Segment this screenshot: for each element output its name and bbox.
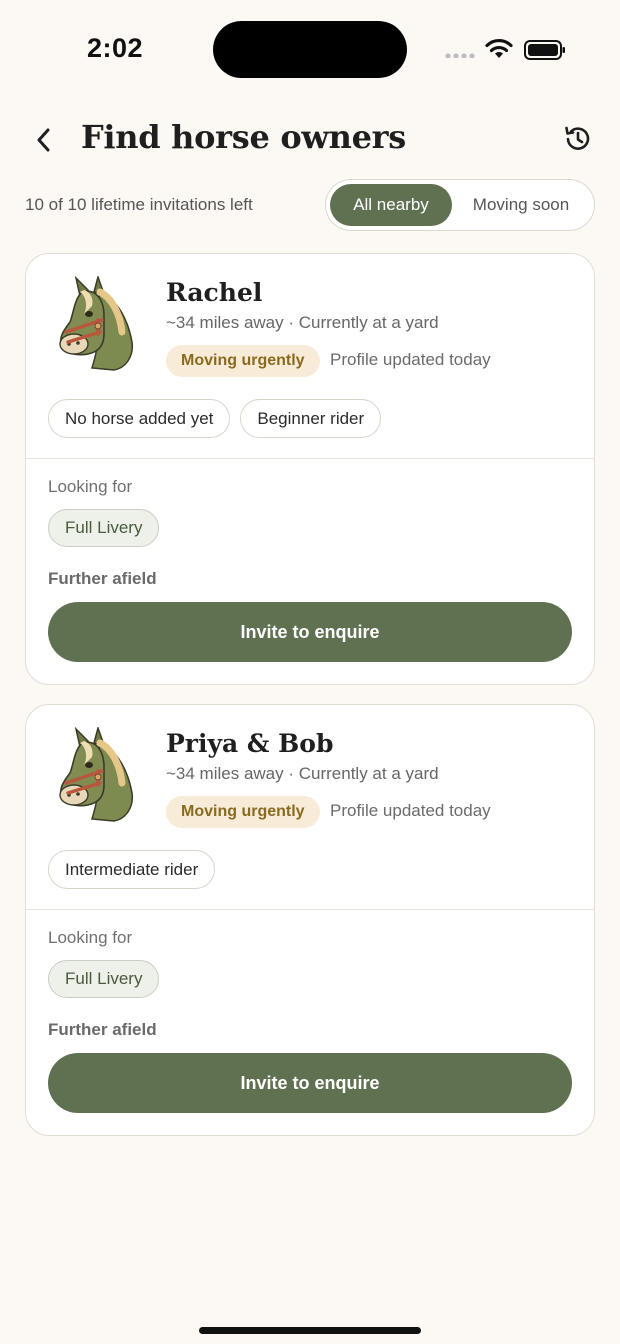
status-bar: 2:02 xyxy=(0,0,620,100)
horse-avatar-icon xyxy=(59,727,134,822)
looking-for-label: Looking for xyxy=(48,477,133,496)
further-afield-label: Further afield xyxy=(48,569,157,588)
looking-for-label: Looking for xyxy=(48,928,133,947)
back-button[interactable] xyxy=(26,122,62,158)
owner-name: Priya & Bob xyxy=(166,729,334,758)
dynamic-island xyxy=(213,21,407,78)
signal-icon xyxy=(445,53,475,58)
owner-card: Priya & Bob ~34 miles away · Currently a… xyxy=(25,704,595,1136)
moving-urgently-badge: Moving urgently xyxy=(166,345,320,377)
profile-updated-text: Profile updated today xyxy=(330,350,491,369)
filter-moving-soon[interactable]: Moving soon xyxy=(452,184,590,226)
battery-icon xyxy=(524,40,565,60)
moving-urgently-badge: Moving urgently xyxy=(166,796,320,828)
chip-rider-level: Beginner rider xyxy=(240,399,382,438)
owner-name: Rachel xyxy=(166,278,263,307)
invite-to-enquire-button[interactable]: Invite to enquire xyxy=(48,1053,572,1113)
home-indicator xyxy=(199,1327,421,1334)
profile-updated-text: Profile updated today xyxy=(330,801,491,820)
owner-card: Rachel ~34 miles away · Currently at a y… xyxy=(25,253,595,685)
chip-rider-level: Intermediate rider xyxy=(48,850,216,889)
livery-type-chip: Full Livery xyxy=(48,960,160,998)
owner-distance-location: ~34 miles away · Currently at a yard xyxy=(166,764,439,783)
owner-distance-location: ~34 miles away · Currently at a yard xyxy=(166,313,439,332)
header: Find horse owners xyxy=(0,110,620,170)
page-title: Find horse owners xyxy=(81,118,406,156)
status-time: 2:02 xyxy=(87,33,144,63)
filter-all-nearby[interactable]: All nearby xyxy=(330,184,452,226)
filter-segmented-control: All nearby Moving soon xyxy=(325,179,595,231)
chip-horse-status: No horse added yet xyxy=(48,399,231,438)
invitations-left-text: 10 of 10 lifetime invitations left xyxy=(25,195,253,214)
owner-chips: Intermediate rider xyxy=(48,850,216,889)
wifi-icon xyxy=(485,38,513,58)
livery-type-chip: Full Livery xyxy=(48,509,160,547)
invite-to-enquire-button[interactable]: Invite to enquire xyxy=(48,602,572,662)
further-afield-label: Further afield xyxy=(48,1020,157,1039)
chevron-left-icon xyxy=(37,128,50,152)
horse-avatar-icon xyxy=(59,276,134,371)
owner-chips: No horse added yet Beginner rider xyxy=(48,399,382,438)
history-icon xyxy=(565,126,590,150)
history-button[interactable] xyxy=(560,121,596,157)
